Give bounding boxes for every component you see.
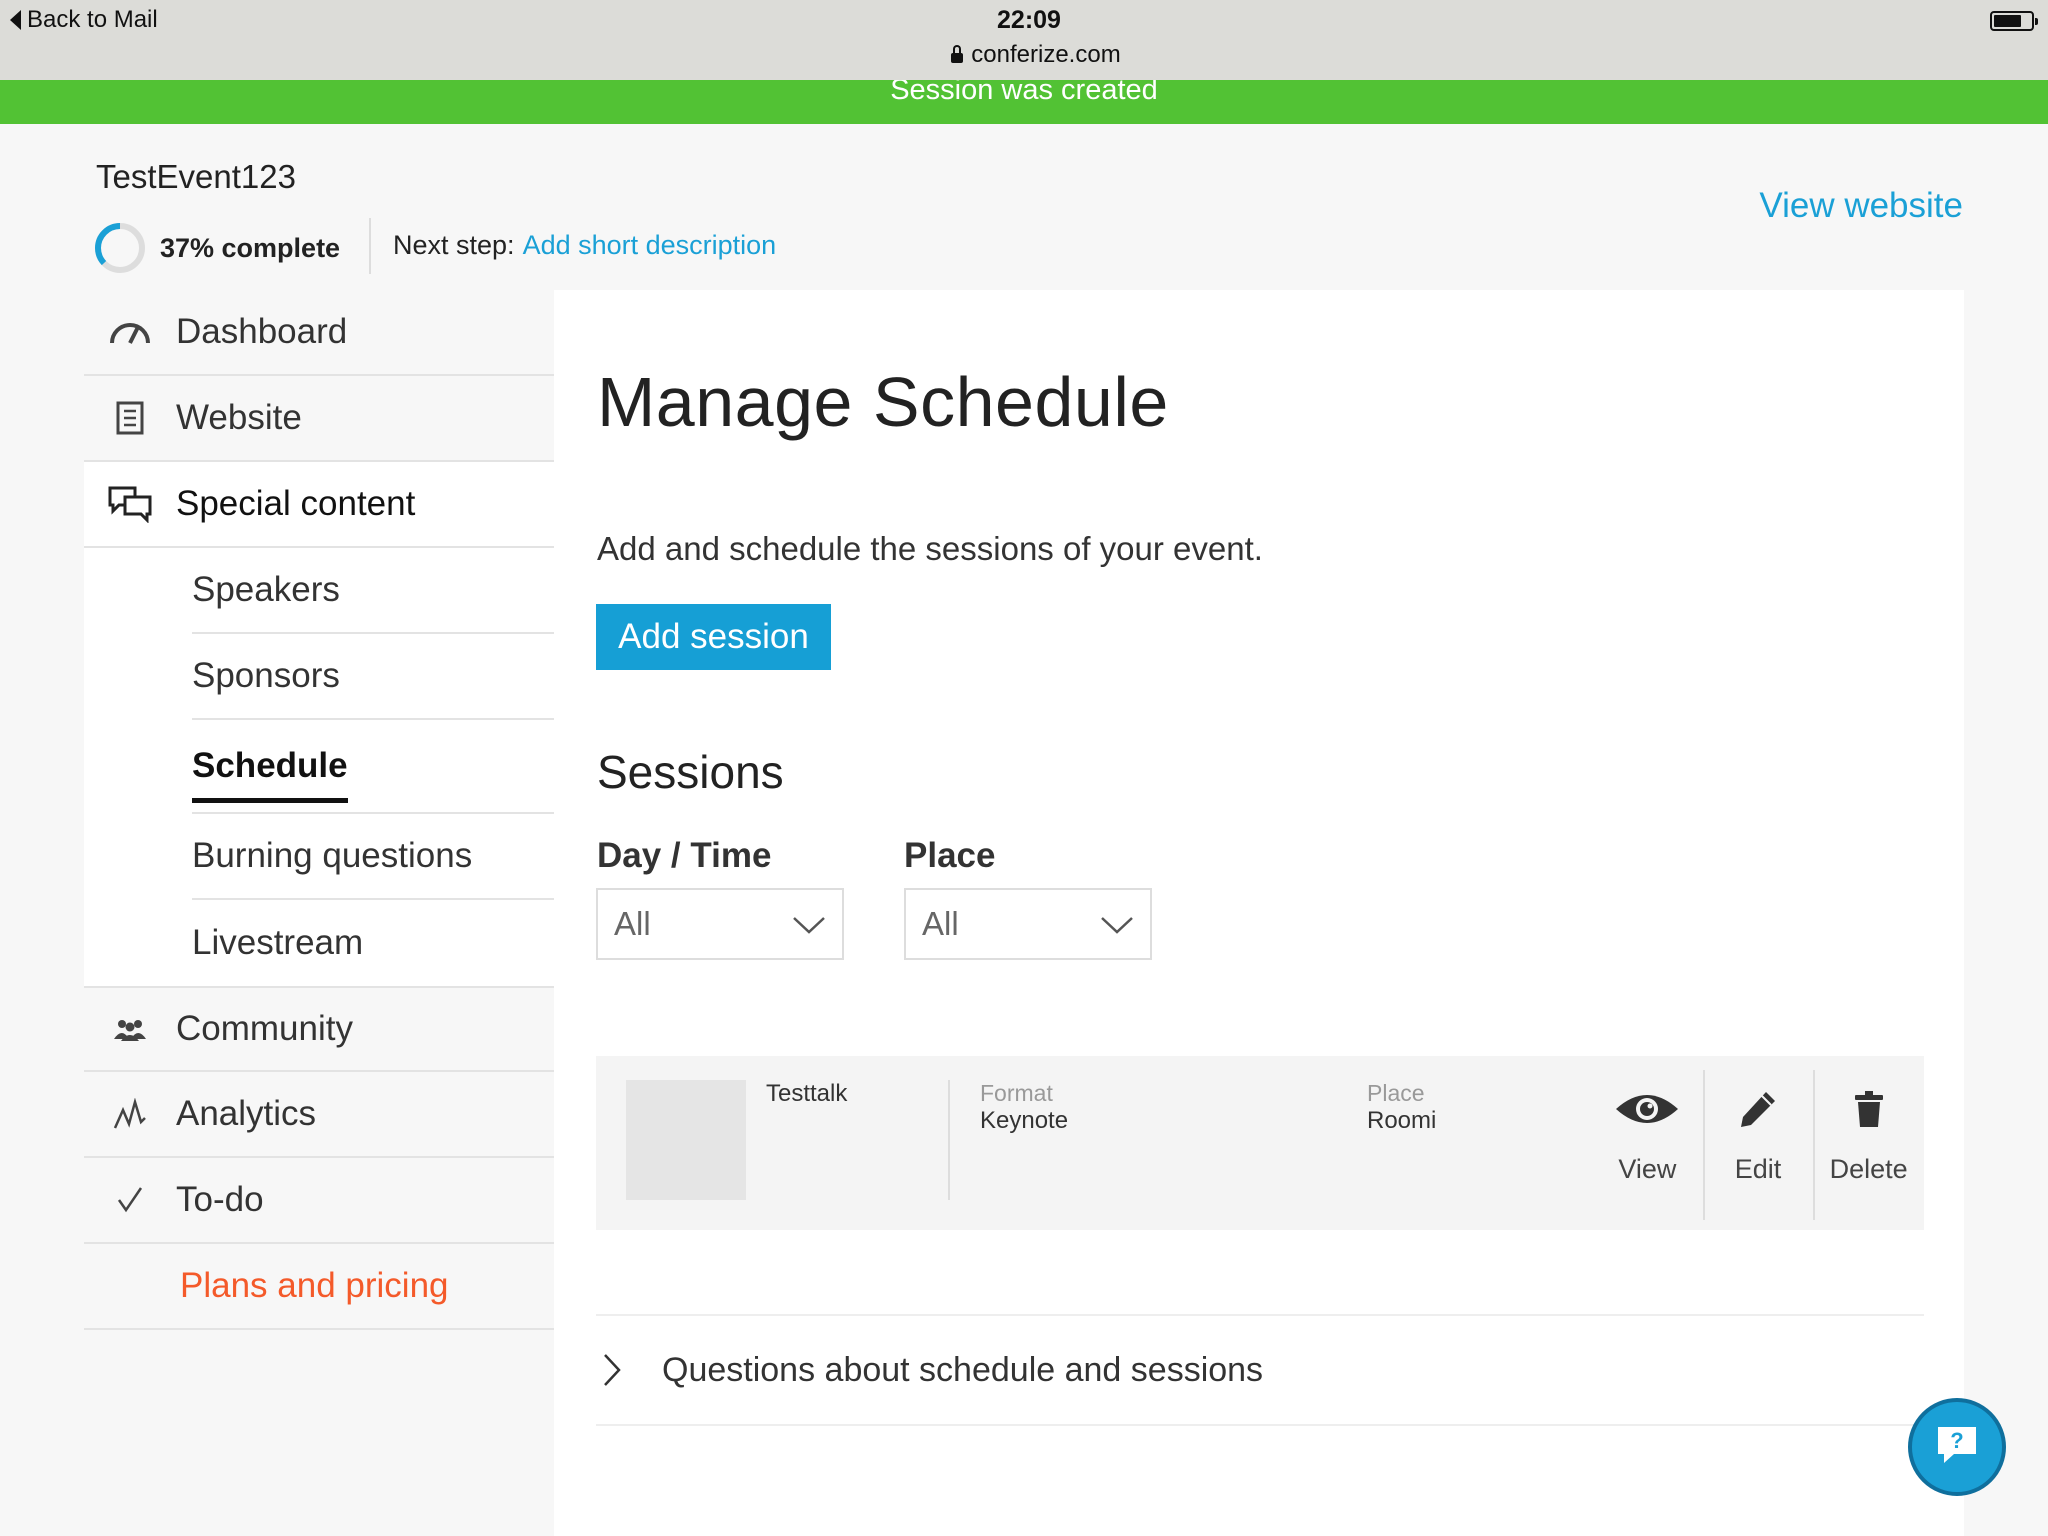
ios-status-bar: Back to Mail 22:09 conferize.com [0, 0, 2048, 80]
sidebar-item-label: Community [176, 1009, 353, 1048]
progress-indicator: 37% complete [94, 222, 340, 274]
sidebar-item-to-do[interactable]: To-do [84, 1158, 554, 1244]
progress-label: 37% complete [160, 232, 341, 263]
page-title: Manage Schedule [597, 363, 1169, 441]
sidebar-subitem-speakers[interactable]: Speakers [192, 548, 554, 634]
analytics-icon [84, 1098, 176, 1130]
sidebar-item-dashboard[interactable]: Dashboard [84, 290, 554, 376]
people-icon [84, 1017, 176, 1041]
edit-label: Edit [1734, 1154, 1782, 1184]
chat-help-icon: ? [1934, 1424, 1980, 1471]
plans-label: Plans and pricing [180, 1266, 449, 1305]
sidebar: Dashboard Website Special content Speake… [84, 290, 554, 1330]
session-place: Place Roomi [1367, 1080, 1436, 1135]
sidebar-subitem-livestream[interactable]: Livestream [192, 900, 554, 986]
view-label: View [1618, 1154, 1677, 1184]
eye-icon [1614, 1086, 1680, 1132]
next-step-link[interactable]: Add short description [523, 230, 777, 260]
plans-and-pricing-link[interactable]: Plans and pricing [84, 1244, 554, 1330]
svg-text:?: ? [1950, 1428, 1963, 1453]
session-divider [948, 1080, 950, 1200]
event-title: TestEvent123 [96, 158, 296, 195]
sidebar-item-website[interactable]: Website [84, 376, 554, 462]
url-bar[interactable]: conferize.com [0, 41, 2048, 69]
banner-message: Session was created [890, 80, 1158, 106]
delete-session-button[interactable]: Delete [1813, 1056, 1925, 1230]
lock-icon [951, 45, 964, 63]
view-website-link[interactable]: View website [1759, 186, 1963, 226]
sidebar-item-community[interactable]: Community [84, 986, 554, 1072]
sidebar-subitem-schedule[interactable]: Schedule [192, 720, 554, 814]
clock: 22:09 [997, 6, 1061, 34]
session-actions: View Edit Delete [1592, 1056, 1925, 1230]
place-select[interactable]: All [904, 888, 1152, 960]
view-session-button[interactable]: View [1592, 1056, 1703, 1230]
add-session-button[interactable]: Add session [596, 604, 831, 670]
success-banner: Session was created [0, 80, 2048, 124]
session-format: Format Keynote [980, 1080, 1068, 1135]
intro-text: Add and schedule the sessions of your ev… [597, 530, 1263, 567]
place-select-value: All [922, 905, 959, 942]
place-label: Place [1367, 1080, 1425, 1106]
next-step-label: Next step: [393, 230, 515, 260]
place-value: Roomi [1367, 1107, 1437, 1134]
help-chat-button[interactable]: ? [1908, 1398, 2006, 1496]
chevron-down-icon [792, 905, 826, 943]
sessions-heading: Sessions [597, 746, 784, 798]
battery-icon [1990, 11, 2038, 31]
sidebar-item-label: To-do [176, 1180, 264, 1219]
special-content-submenu: Speakers Sponsors Schedule Burning quest… [84, 548, 554, 986]
faq-accordion[interactable]: Questions about schedule and sessions [596, 1314, 1924, 1426]
url-text: conferize.com [971, 41, 1121, 68]
pencil-icon [1738, 1086, 1778, 1132]
faq-label: Questions about schedule and sessions [662, 1350, 1264, 1389]
session-title: Testtalk [766, 1080, 848, 1107]
place-filter-label: Place [904, 836, 996, 875]
subitem-label: Livestream [192, 923, 364, 962]
speech-bubbles-icon [84, 485, 176, 523]
subitem-label: Speakers [192, 570, 340, 609]
day-time-filter-label: Day / Time [597, 836, 772, 875]
subitem-label: Sponsors [192, 656, 340, 695]
day-time-select-value: All [614, 905, 651, 942]
next-step: Next step: Add short description [393, 230, 776, 261]
sidebar-item-label: Website [176, 398, 302, 437]
subitem-label: Schedule [192, 746, 348, 803]
sidebar-subitem-sponsors[interactable]: Sponsors [192, 634, 554, 720]
format-label: Format [980, 1080, 1053, 1106]
edit-session-button[interactable]: Edit [1702, 1056, 1814, 1230]
format-value: Keynote [980, 1107, 1069, 1134]
subitem-label: Burning questions [192, 836, 473, 875]
session-thumbnail [626, 1080, 746, 1200]
main-panel: Manage Schedule Add and schedule the ses… [554, 290, 1964, 1536]
checkmark-icon [84, 1186, 176, 1214]
sidebar-item-label: Dashboard [176, 312, 348, 351]
sidebar-item-label: Special content [176, 484, 416, 523]
sidebar-item-special-content[interactable]: Special content [84, 462, 554, 548]
session-row: Testtalk Format Keynote Place Roomi View… [596, 1056, 1925, 1230]
sidebar-item-analytics[interactable]: Analytics [84, 1072, 554, 1158]
chevron-down-icon [1100, 905, 1134, 943]
dashboard-gauge-icon [84, 317, 176, 347]
document-icon [84, 401, 176, 435]
chevron-right-icon [596, 1353, 662, 1387]
delete-label: Delete [1829, 1154, 1908, 1184]
header-divider [369, 218, 371, 274]
progress-ring-icon [94, 222, 146, 274]
sidebar-item-label: Analytics [176, 1094, 317, 1133]
trash-icon [1853, 1086, 1885, 1132]
sidebar-subitem-burning-questions[interactable]: Burning questions [192, 814, 554, 900]
day-time-select[interactable]: All [596, 888, 844, 960]
